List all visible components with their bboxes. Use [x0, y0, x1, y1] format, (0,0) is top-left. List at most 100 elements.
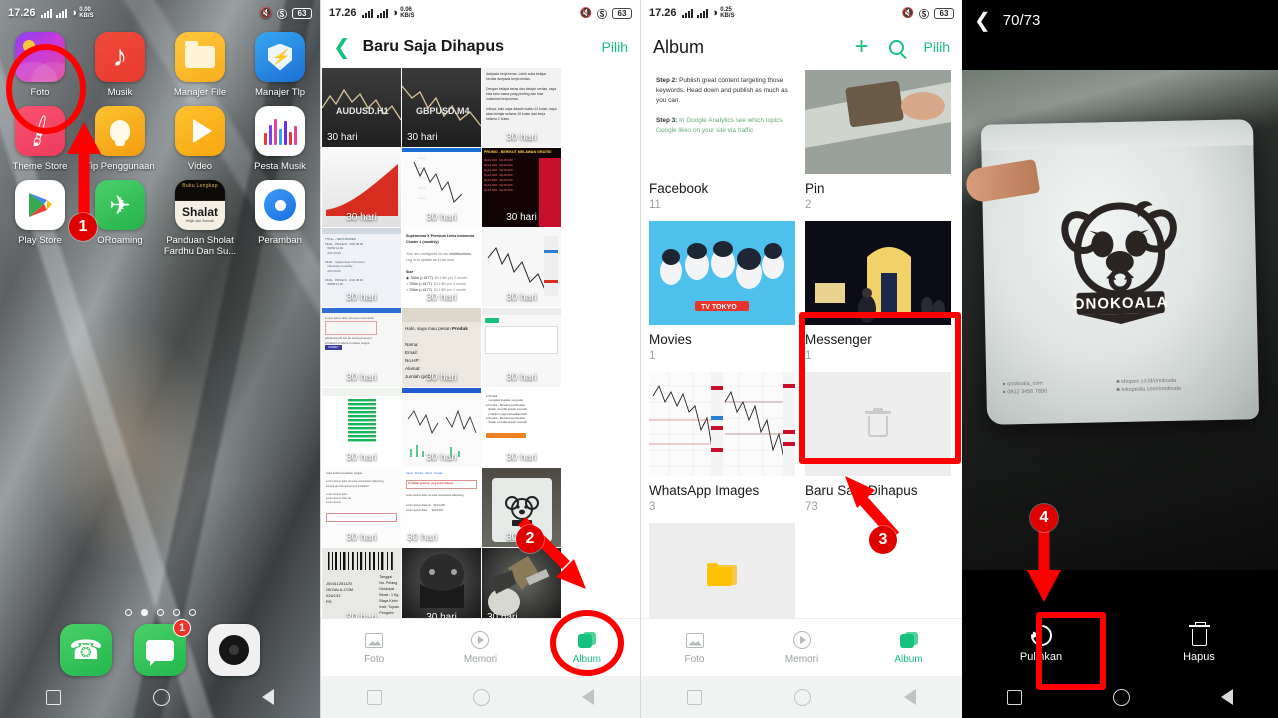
mute-icon: 🔇	[901, 7, 914, 19]
recents-button[interactable]	[687, 689, 703, 705]
album-card-whatsapp-images[interactable]: WhatsApp Images 3	[649, 372, 795, 513]
photo-thumbnail[interactable]: 30 hari	[402, 388, 481, 467]
photo-thumbnail[interactable]: 30 hari	[482, 308, 561, 387]
home-button[interactable]	[153, 688, 170, 706]
shalat-guide-icon[interactable]: Buku Lengkap Shalat Wajib dan Sunnah	[175, 180, 225, 230]
photo-thumbnail[interactable]: 30 hari	[322, 388, 401, 467]
photo-thumbnail[interactable]: Home Produk About Kontak Ini adalah pesa…	[402, 468, 481, 547]
network-speed-unit: KB/S	[79, 13, 94, 19]
back-button[interactable]	[903, 689, 916, 705]
music-icon[interactable]: ♪	[95, 32, 145, 82]
select-button[interactable]: Pilih	[602, 39, 628, 55]
page-dot[interactable]	[188, 609, 196, 616]
page-dot[interactable]	[124, 609, 132, 616]
photo-thumbnail[interactable]: PROMO - BERIKUT MELAWAN GRATIS! Rp12.000…	[482, 148, 561, 227]
photo-thumbnail[interactable]: AUDUSD.H1 30 hari	[322, 68, 401, 147]
album-card-facebook[interactable]: Step 2: Publish great content targeting …	[649, 70, 795, 211]
app-label: Pesta Musik	[254, 161, 306, 172]
photo-thumbnail[interactable]: 30 hari	[402, 548, 481, 627]
select-button[interactable]: Pilih	[924, 39, 950, 55]
status-time: 17.26	[8, 7, 36, 19]
screenshot-root: 17.26 ◑ 0.00 KB/S 🔇 Ⓢ 63 Foto ♪ Musik Ma…	[0, 0, 1278, 718]
back-button[interactable]	[262, 689, 274, 705]
parcel-contact-right: ■ shopee.co.id/onokoala ■ tokopedia.com/o…	[1116, 377, 1182, 394]
phone-icon[interactable]: ☎	[60, 624, 112, 676]
app-video[interactable]: Video	[160, 106, 240, 172]
status-right: 🔇 Ⓢ 63	[580, 6, 632, 21]
back-button[interactable]	[1220, 689, 1233, 705]
messages-icon[interactable]: 1	[134, 619, 191, 676]
app-musik[interactable]: ♪ Musik	[80, 32, 160, 98]
tab-memori[interactable]: Memori	[427, 630, 533, 665]
tab-album[interactable]: Album	[855, 630, 962, 665]
expiry-label: 30 hari	[346, 452, 377, 463]
recently-deleted-screen: 17.26 ◑ 0.06 KB/S 🔇 Ⓢ 63 ❮ Baru Saja Dih…	[320, 0, 640, 718]
thumb-text: Step 2: Publish great content targeting …	[656, 77, 788, 134]
photo-thumbnail[interactable]: 30 hari	[402, 148, 481, 227]
dock: ☎ 1	[0, 619, 320, 676]
album-header: Album + Pilih	[641, 26, 962, 68]
album-card-movies[interactable]: TV TOKYO Movies 1	[649, 221, 795, 362]
delete-button[interactable]: Hapus	[1120, 622, 1278, 663]
album-name: WhatsApp Images	[649, 483, 760, 498]
bars-thumb	[347, 399, 376, 442]
back-chevron-icon[interactable]: ❮	[333, 37, 351, 58]
tab-memori[interactable]: Memori	[748, 630, 855, 665]
tab-foto[interactable]: Foto	[641, 630, 748, 665]
recents-button[interactable]	[366, 689, 382, 705]
photo-counter: 70/73	[1002, 11, 1041, 29]
page-dot-active[interactable]	[140, 609, 148, 616]
album-thumbnail: Step 2: Publish great content targeting …	[649, 70, 795, 174]
play-store-icon[interactable]	[15, 180, 65, 230]
file-manager-icon[interactable]	[175, 32, 225, 82]
app-manajer-tlp[interactable]: ⚡ Manajer Tlp	[240, 32, 320, 98]
svg-text:TV TOKYO: TV TOKYO	[701, 304, 737, 311]
photo-thumbnail[interactable]: daripada kerja keras. Lebih suka belajar…	[482, 68, 561, 147]
photo-thumbnail[interactable]: TITLE — METATRADER FINAL PRICE IS AUD 38.…	[322, 228, 401, 307]
camera-icon[interactable]	[208, 624, 260, 676]
app-peramban[interactable]: Peramban	[240, 180, 320, 257]
photo-thumbnail[interactable]: J00411261120 OKOALA.COM 026/133 RS Tanggal N…	[322, 548, 401, 627]
status-bar: 17.26 ◑ 0.25 KB/S 🔇 Ⓢ 63	[641, 0, 962, 26]
page-dot[interactable]	[172, 609, 180, 616]
tab-foto[interactable]: Foto	[321, 630, 427, 665]
app-panduan-sholat[interactable]: Buku Lengkap Shalat Wajib dan Sunnah Pan…	[160, 180, 240, 257]
photo-thumbnail[interactable]: 30 hari	[322, 148, 401, 227]
svg-text:GBPUSD.M4: GBPUSD.M4	[416, 106, 470, 116]
koala-glyph: ONOKOALA	[1061, 201, 1177, 324]
home-button[interactable]	[794, 688, 812, 706]
signal-bars-icon-2	[696, 8, 708, 18]
photo-thumbnail[interactable]: 30 hari	[482, 228, 561, 307]
photo-thumbnail[interactable]: Supermewa X Premium Links Indonesia Clus…	[402, 228, 481, 307]
play-store-glyph	[29, 193, 52, 217]
back-button[interactable]	[582, 689, 595, 705]
album-thumbnail	[805, 70, 951, 174]
plus-icon[interactable]: +	[855, 35, 869, 59]
album-card-pin[interactable]: Pin 2	[805, 70, 951, 211]
photo-thumbnail[interactable]: ● Produk mengikuti kualitas yang ada ● P…	[482, 388, 561, 467]
photo-thumbnail[interactable]: Lorem ipsum dolor sit amet consectetur a…	[322, 308, 401, 387]
status-right: 🔇 Ⓢ 63	[260, 6, 312, 21]
album-thumbnail	[805, 221, 951, 325]
expiry-label: 30 hari	[506, 372, 537, 383]
app-pesta-musik[interactable]: Pesta Musik	[240, 106, 320, 172]
app-manajer-file[interactable]: Manajer File	[160, 32, 240, 98]
recents-button[interactable]	[46, 689, 61, 705]
photo-canvas[interactable]: ONOKOALA ● onokoala_com ● 0812 3456 7890 …	[962, 70, 1278, 570]
video-icon[interactable]	[175, 106, 225, 156]
recents-button[interactable]	[1007, 689, 1023, 705]
browser-icon[interactable]	[255, 180, 305, 230]
back-chevron-icon[interactable]: ❮	[974, 8, 991, 33]
home-button[interactable]	[473, 688, 491, 706]
photo-thumbnail[interactable]: Halo, saya mau pesan Produk Nama: Email: No…	[402, 308, 481, 387]
album-name: Pin	[805, 181, 825, 196]
home-button[interactable]	[1112, 688, 1130, 706]
party-music-icon[interactable]	[255, 106, 305, 156]
album-count: 11	[649, 199, 661, 211]
page-dot[interactable]	[156, 609, 164, 616]
shalat-icon-mid: Shalat Wajib dan Sunnah	[175, 201, 225, 230]
photo-thumbnail[interactable]: Judul artikel penjelasan singkat Lorem ip…	[322, 468, 401, 547]
search-icon[interactable]	[888, 39, 904, 55]
phone-manager-icon[interactable]: ⚡	[255, 32, 305, 82]
photo-thumbnail[interactable]: GBPUSD.M4 30 hari	[402, 68, 481, 147]
